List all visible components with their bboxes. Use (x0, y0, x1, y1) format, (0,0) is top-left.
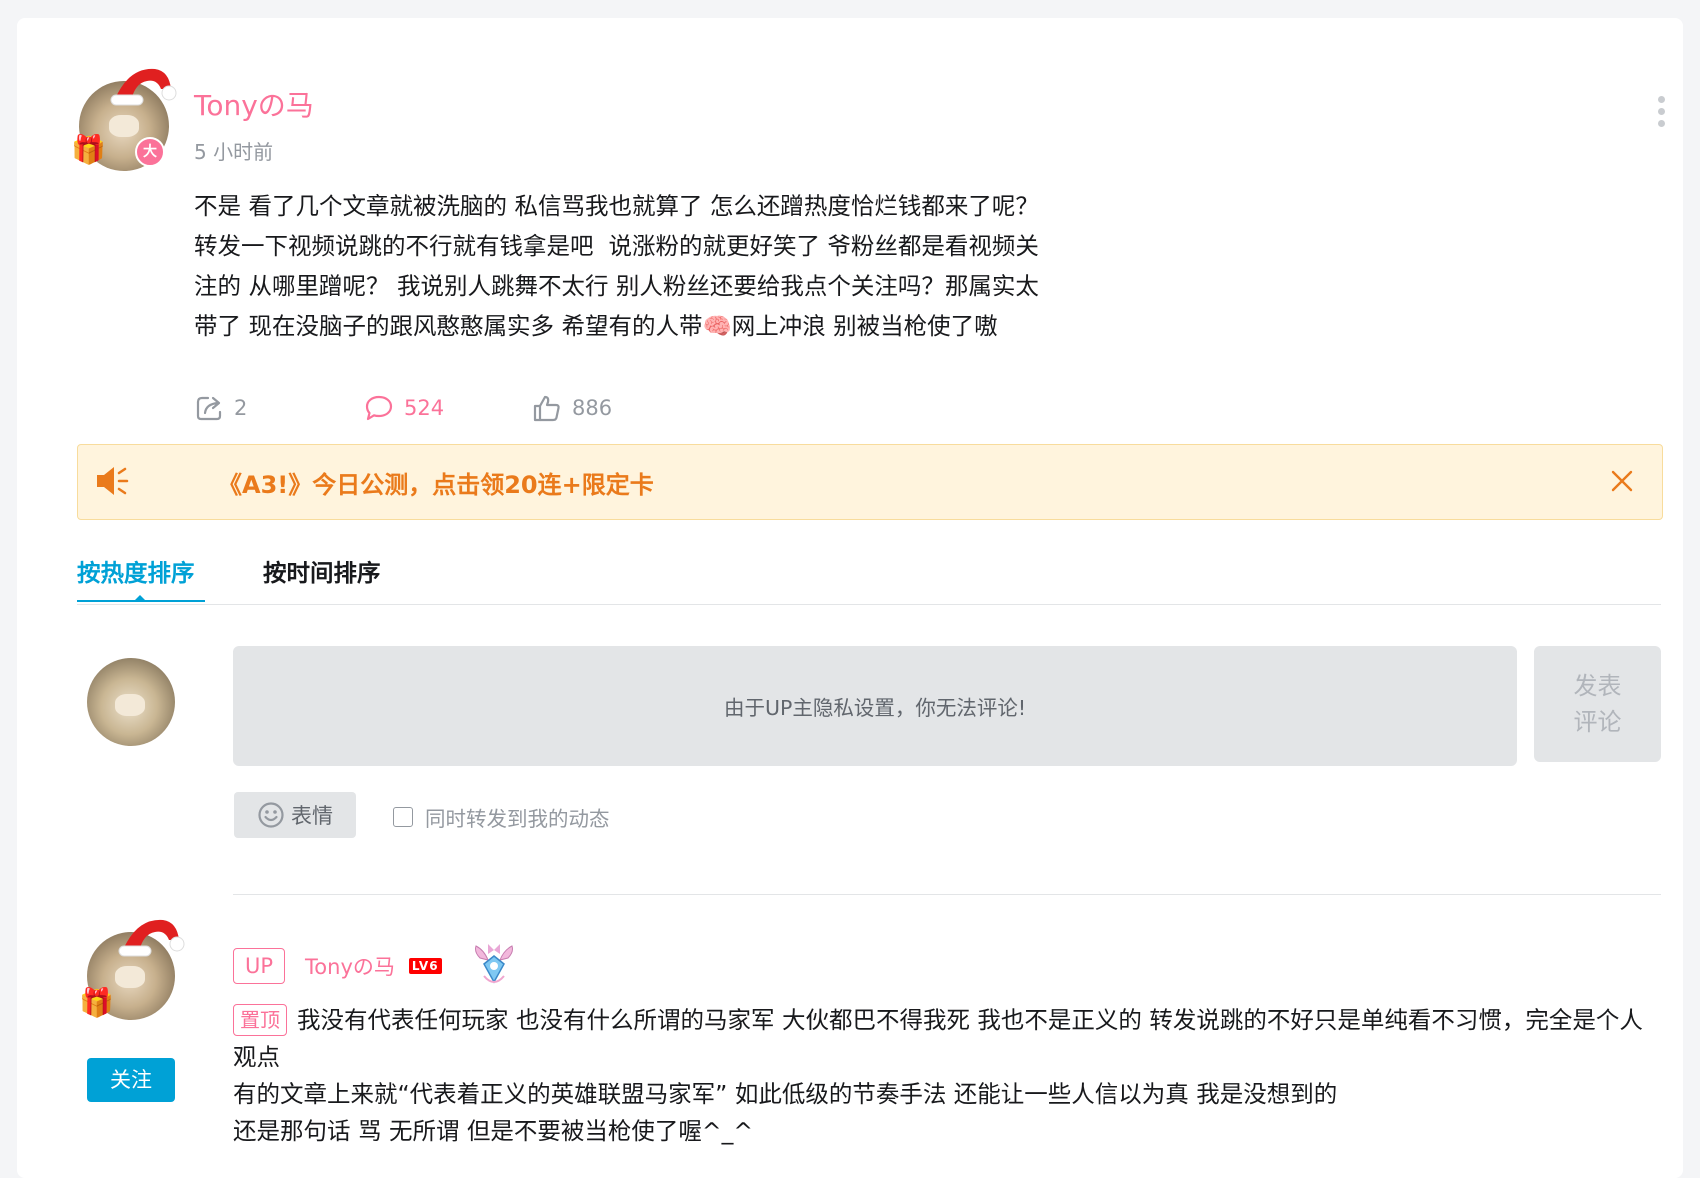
pinned-tag: 置顶 (233, 1004, 287, 1036)
submit-label-line1: 发表 (1573, 672, 1622, 700)
medal-icon (474, 944, 513, 984)
gift-icon: 🎁 (79, 986, 114, 1019)
repost-checkbox[interactable]: 同时转发到我的动态 (393, 802, 610, 832)
reply-text: 我没有代表任何玩家 也没有什么所谓的马家军 大伙都巴不得我死 我也不是正义的 转… (233, 1006, 1643, 1145)
vip-badge: 大 (135, 137, 165, 167)
active-tab-underline (77, 600, 205, 602)
author-name[interactable]: Tonyの马 (194, 84, 314, 124)
my-avatar (87, 658, 175, 746)
emoji-label: 表情 (291, 804, 333, 828)
comment-count: 524 (404, 396, 445, 420)
reply-author-avatar[interactable]: 🎁 (79, 919, 193, 1032)
thumb-up-icon (533, 395, 560, 422)
comment-input-disabled[interactable]: 由于UP主隐私设置，你无法评论! (233, 646, 1517, 766)
speaker-icon (97, 467, 129, 495)
santa-hat-icon (118, 919, 185, 957)
like-button[interactable]: 886 (532, 388, 612, 428)
author-avatar[interactable]: 🎁 大 (71, 68, 185, 173)
more-menu-icon[interactable] (1651, 96, 1671, 136)
tab-sort-hot[interactable]: 按热度排序 (77, 554, 195, 588)
up-tag: UP (233, 948, 286, 984)
post-time: 5 小时前 (194, 140, 274, 164)
ad-notice-bar[interactable]: 《A3!》今日公测，点击领20连+限定卡 (77, 444, 1663, 520)
forward-icon (196, 396, 222, 421)
santa-hat-icon (110, 68, 177, 106)
forward-count: 2 (234, 396, 248, 420)
reply-author-name[interactable]: Tonyの马 (305, 951, 395, 981)
submit-label-line2: 评论 (1573, 708, 1622, 736)
forward-button[interactable]: 2 (194, 388, 247, 428)
level-badge: LV6 (408, 958, 442, 974)
sort-tabs: 按热度排序 按时间排序 (77, 548, 1661, 605)
follow-button[interactable]: 关注 (87, 1058, 175, 1102)
reply-header: UP Tonyの马 LV6 (233, 944, 518, 986)
emoji-button[interactable]: 表情 (234, 792, 356, 838)
divider (233, 894, 1661, 895)
close-icon[interactable] (1606, 465, 1638, 497)
checkbox-box[interactable] (393, 807, 413, 827)
comment-icon (365, 395, 393, 421)
submit-comment-button[interactable]: 发表 评论 (1534, 646, 1661, 762)
active-tab-caret (135, 595, 145, 600)
notice-text[interactable]: 《A3!》今日公测，点击领20连+限定卡 (218, 465, 654, 500)
like-count: 886 (572, 396, 613, 420)
comment-button[interactable]: 524 (364, 388, 444, 428)
reply-content: 置顶 我没有代表任何玩家 也没有什么所谓的马家军 大伙都巴不得我死 我也不是正义的… (233, 1002, 1663, 1150)
repost-label: 同时转发到我的动态 (425, 807, 610, 831)
post-content: 不是 看了几个文章就被洗脑的 私信骂我也就算了 怎么还蹭热度恰烂钱都来了呢？ 转… (194, 192, 1039, 340)
smiley-icon (258, 802, 284, 828)
tab-sort-time[interactable]: 按时间排序 (263, 554, 381, 588)
dynamic-card: 🎁 大 Tonyの马 5 小时前 不是 看了几个文章就被洗脑的 私信骂我也就算了… (17, 18, 1683, 1178)
gift-icon: 🎁 (71, 133, 106, 166)
